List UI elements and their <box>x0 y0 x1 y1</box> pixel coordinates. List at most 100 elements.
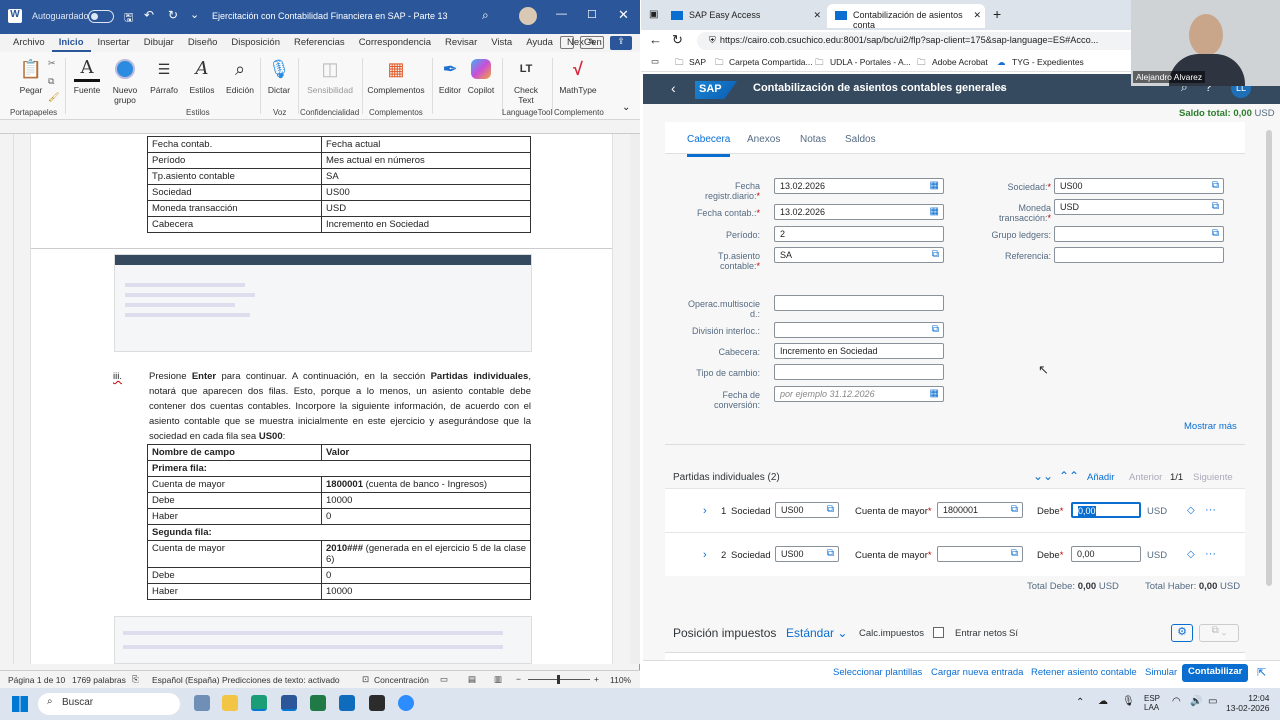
value-help-icon[interactable]: ⧉ <box>1212 180 1219 191</box>
check-text-button[interactable]: LT Check Text <box>508 56 544 106</box>
tab-archivo[interactable]: Archivo <box>6 34 52 52</box>
expand-row-icon[interactable]: › <box>703 549 707 561</box>
addins-button[interactable]: ▦ Complementos <box>366 56 426 95</box>
tab-vista[interactable]: Vista <box>484 34 519 52</box>
edge-icon[interactable] <box>251 695 267 711</box>
undo-icon[interactable]: ↶ <box>144 8 154 22</box>
sensitivity-button[interactable]: ◫ Sensibilidad <box>304 56 356 95</box>
entrar-netos-value[interactable]: Sí <box>1009 628 1018 639</box>
bookmark-tyg[interactable]: TYG - Expedientes <box>1012 57 1084 67</box>
editor-button[interactable]: ✒ Editor <box>436 56 464 95</box>
tab-diseno[interactable]: Diseño <box>181 34 225 52</box>
fecha-conversion-input[interactable]: por ejemplo 31.12.2026 ▦ <box>774 386 944 402</box>
value-help-icon[interactable]: ⧉ <box>1011 504 1018 515</box>
save-icon[interactable]: 🖫 <box>124 9 133 28</box>
operac-multisoc-input[interactable] <box>774 295 944 311</box>
retener-asiento-button[interactable]: Retener asiento contable <box>1031 667 1137 678</box>
page-count[interactable]: Página 1 de 10 <box>8 675 65 685</box>
collapse-all-icon[interactable]: ⌃⌃ <box>1059 469 1079 483</box>
clock[interactable]: 12:04 13-02-2026 <box>1226 693 1269 713</box>
variant-selector[interactable]: Estándar ⌄ <box>786 626 847 640</box>
mostrar-mas-link[interactable]: Mostrar más <box>1184 421 1237 432</box>
paste-button[interactable]: 📋 Pegar <box>16 56 46 95</box>
tab-dibujar[interactable]: Dibujar <box>137 34 181 52</box>
row-sociedad-input[interactable]: US00 ⧉ <box>775 502 839 518</box>
sap-vertical-scrollbar[interactable] <box>1266 130 1272 586</box>
widgets-icon[interactable] <box>194 695 210 711</box>
chevron-up-icon[interactable]: ⌃ <box>1076 697 1084 708</box>
redo-icon[interactable]: ↻ <box>168 8 178 22</box>
tab-revisar[interactable]: Revisar <box>438 34 484 52</box>
user-avatar[interactable] <box>519 7 537 25</box>
more-actions-icon[interactable]: ··· <box>1205 504 1216 516</box>
vertical-ruler[interactable] <box>0 134 14 664</box>
tab-ayuda[interactable]: Ayuda <box>519 34 560 52</box>
new-group-button[interactable]: Nuevo grupo <box>108 56 142 105</box>
paragraph-button[interactable]: ☰ Párrafo <box>148 56 180 95</box>
customize-icon[interactable]: ⌄ <box>190 8 199 21</box>
app-title[interactable]: Contabilización de asientos contables ge… <box>753 82 1007 94</box>
seleccionar-plantillas-button[interactable]: Seleccionar plantillas <box>833 667 922 678</box>
anadir-button[interactable]: Añadir <box>1087 472 1114 483</box>
editing-button[interactable]: ⌕ Edición <box>224 56 256 95</box>
word-vertical-scrollbar[interactable] <box>630 134 640 664</box>
battery-icon[interactable]: ▭ <box>1208 696 1217 707</box>
tab-anexos[interactable]: Anexos <box>747 134 780 145</box>
zoom-app-icon[interactable] <box>398 695 414 711</box>
outlook-icon[interactable] <box>339 695 355 711</box>
site-info-icon[interactable]: ⛨ <box>709 35 716 45</box>
copy-icon[interactable]: ⧉ <box>48 76 54 87</box>
format-painter-icon[interactable]: 🖌 <box>48 92 59 103</box>
tab-disposicion[interactable]: Disposición <box>224 34 287 52</box>
cargar-nueva-entrada-button[interactable]: Cargar nueva entrada <box>931 667 1023 678</box>
row-cuenta-input[interactable]: ⧉ <box>937 546 1023 562</box>
share-icon[interactable]: ⇪ <box>610 36 632 50</box>
word-icon[interactable] <box>281 695 297 711</box>
contabilizar-button[interactable]: Contabilizar <box>1182 664 1249 682</box>
fecha-contab-input[interactable]: 13.02.2026 ▦ <box>774 204 944 220</box>
tab-notas[interactable]: Notas <box>800 134 826 145</box>
chevron-down-icon[interactable]: ⌄ <box>998 82 1006 93</box>
search-icon[interactable]: ⌕ <box>482 8 489 23</box>
export-icon[interactable]: ⧉ ⌄ <box>1199 624 1239 642</box>
tab-contabilizacion[interactable]: Contabilización de asientos conta ✕ <box>827 4 985 30</box>
new-tab-icon[interactable]: + <box>993 6 1001 22</box>
tab-saldos[interactable]: Saldos <box>845 134 876 145</box>
settings-icon[interactable]: ⚙ <box>1171 624 1193 642</box>
tp-asiento-input[interactable]: SA ⧉ <box>774 247 944 263</box>
calendar-icon[interactable]: ▦ <box>930 180 939 191</box>
tab-referencias[interactable]: Referencias <box>287 34 352 52</box>
diamond-icon[interactable]: ◇ <box>1187 505 1195 516</box>
row-debe-input[interactable]: 0,00 <box>1071 502 1141 518</box>
tab-correspondencia[interactable]: Correspondencia <box>352 34 438 52</box>
fecha-registro-input[interactable]: 13.02.2026 ▦ <box>774 178 944 194</box>
minimize-icon[interactable]: — <box>556 8 567 20</box>
tipo-cambio-input[interactable] <box>774 364 944 380</box>
tab-actions-icon[interactable]: ▣ <box>649 9 658 20</box>
maximize-icon[interactable]: ☐ <box>587 8 597 21</box>
bookmark-carpeta[interactable]: Carpeta Compartida... <box>729 57 813 67</box>
styles-button[interactable]: A Estilos <box>186 56 218 96</box>
font-button[interactable]: A Fuente <box>72 56 102 95</box>
zoom-out-icon[interactable]: − <box>516 674 521 684</box>
tab-inicio[interactable]: Inicio <box>51 34 91 52</box>
word-count[interactable]: 1769 palabras <box>72 675 126 685</box>
calc-impuestos-checkbox[interactable] <box>933 627 944 638</box>
web-layout-icon[interactable]: ▥ <box>494 674 502 685</box>
sap-logo[interactable]: SAP <box>695 81 737 99</box>
referencia-input[interactable] <box>1054 247 1224 263</box>
keyboard-language[interactable]: ESP LAA <box>1144 694 1160 712</box>
expand-all-icon[interactable]: ⌄⌄ <box>1033 469 1053 483</box>
calendar-icon[interactable]: ▦ <box>930 388 939 399</box>
microphone-icon[interactable]: 🎙 <box>1122 696 1135 707</box>
print-layout-icon[interactable]: ▤ <box>468 674 476 685</box>
moneda-input[interactable]: USD ⧉ <box>1054 199 1224 215</box>
mathtype-button[interactable]: √ MathType <box>556 56 600 95</box>
read-mode-icon[interactable]: ▭ <box>440 674 448 685</box>
close-icon[interactable]: ✕ <box>618 7 629 23</box>
sociedad-input[interactable]: US00 ⧉ <box>1054 178 1224 194</box>
value-help-icon[interactable]: ⧉ <box>932 249 939 260</box>
dictate-button[interactable]: 🎙 Dictar <box>264 56 294 95</box>
autosave-toggle[interactable] <box>88 10 114 23</box>
value-help-icon[interactable]: ⧉ <box>827 504 834 515</box>
